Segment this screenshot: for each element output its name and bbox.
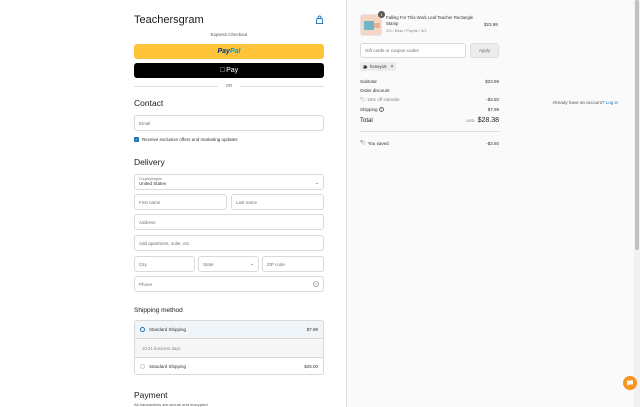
- discount-detail: 🏷︎ 15% off sitewide: [360, 97, 400, 103]
- payment-heading: Payment: [134, 390, 168, 400]
- subtotal-row: Subtotal $23.99: [360, 79, 499, 84]
- offers-checkbox-row[interactable]: ✓ Receive exclusive offers and marketing…: [134, 137, 237, 142]
- chevron-down-icon: ⌄: [314, 180, 319, 186]
- shipping-option-label: Standard Shipping: [149, 327, 187, 332]
- subtotal-value: $23.99: [485, 79, 499, 84]
- contact-heading: Contact: [134, 98, 164, 108]
- address-field[interactable]: Address: [134, 214, 324, 230]
- or-divider: OR: [134, 83, 324, 89]
- divider-line: [240, 86, 324, 87]
- tag-icon: 🏷︎: [360, 97, 366, 102]
- apple-icon: : [220, 67, 225, 74]
- login-link[interactable]: Log in: [606, 100, 618, 105]
- shipping-option-label: Standard Shipping: [149, 364, 187, 369]
- offers-label: Receive exclusive offers and marketing u…: [142, 137, 238, 142]
- payment-subtitle: All transactions are secure and encrypte…: [134, 402, 209, 407]
- total-value: $28.38: [477, 117, 499, 124]
- help-icon[interactable]: ?: [378, 107, 384, 112]
- order-discount-row: Order discount: [360, 88, 499, 93]
- chat-button[interactable]: [623, 376, 637, 390]
- coupon-input[interactable]: Gift cards or coupon codes: [360, 43, 466, 58]
- offers-checkbox[interactable]: ✓: [134, 137, 139, 142]
- product-image-part: [374, 23, 380, 28]
- discount-detail-row: 🏷︎ 15% off sitewide -$3.60: [360, 97, 499, 103]
- apartment-field[interactable]: Add apartment, suite, etc.: [134, 235, 324, 251]
- saved-row: 🏷︎ You saved -$3.60: [360, 140, 499, 146]
- apple-pay-button[interactable]: Pay: [134, 63, 324, 78]
- radio-unselected[interactable]: [140, 364, 145, 369]
- shipping-row: Shipping ? $7.99: [360, 107, 499, 112]
- scrollbar-thumb[interactable]: [635, 0, 639, 250]
- tag-icon: [363, 64, 368, 69]
- radio-selected[interactable]: [140, 327, 145, 332]
- saved-label: You saved: [367, 140, 389, 146]
- city-field[interactable]: City: [134, 256, 195, 272]
- paypal-label-2: Pal: [229, 48, 241, 55]
- shipping-label: Shipping: [360, 107, 378, 112]
- paypal-label: Pay: [217, 48, 230, 55]
- paypal-button[interactable]: Pay Pal: [134, 44, 324, 59]
- product-image-part: [364, 21, 374, 30]
- quantity-badge: 1: [378, 11, 385, 18]
- delivery-heading: Delivery: [134, 157, 165, 167]
- state-label: State: [203, 261, 214, 267]
- shipping-option-standard-2[interactable]: Standard Shipping $25.00: [135, 358, 323, 374]
- item-title: Falling For This Work Leaf Teacher Recta…: [386, 15, 474, 26]
- discount-detail-text: 15% off sitewide: [366, 97, 400, 102]
- login-prompt: Already have an account?: [552, 100, 605, 105]
- tag-icon: 🏷︎: [360, 140, 366, 145]
- apple-pay-label: Pay: [223, 67, 238, 74]
- chat-icon: [627, 380, 633, 386]
- last-name-field[interactable]: Last name: [231, 194, 324, 210]
- summary-divider: [360, 131, 499, 132]
- currency-code: USD: [466, 118, 475, 123]
- shipping-option-price: $25.00: [304, 364, 318, 369]
- shipping-value: $7.99: [487, 107, 499, 112]
- total-label: Total: [360, 118, 373, 124]
- shipping-option-price: $7.99: [306, 327, 318, 332]
- shipping-option-note: 10-21 business days: [135, 339, 323, 358]
- discount-tag: honey15 ×: [360, 62, 397, 71]
- country-select[interactable]: Country/region United States ⌄: [134, 174, 324, 190]
- subtotal-label: Subtotal: [360, 79, 377, 84]
- store-name[interactable]: Teachersgram: [134, 14, 204, 26]
- chevron-down-icon: ⌄: [249, 261, 254, 267]
- shipping-method-heading: Shipping method: [134, 307, 183, 314]
- close-icon[interactable]: ×: [391, 64, 394, 70]
- shopping-bag-icon[interactable]: [315, 15, 324, 24]
- scrollbar[interactable]: [634, 0, 640, 407]
- phone-field[interactable]: Phone ?: [134, 276, 324, 292]
- state-select[interactable]: State ⌄: [198, 256, 259, 272]
- saved-value: -$3.60: [486, 140, 499, 146]
- discount-value: -$3.60: [486, 97, 499, 102]
- shipping-option-standard[interactable]: Standard Shipping $7.99: [135, 321, 323, 339]
- login-hint: Already have an account? Log in: [552, 100, 618, 105]
- apply-button[interactable]: Apply: [470, 43, 499, 58]
- shipping-options: Standard Shipping $7.99 10-21 business d…: [134, 320, 324, 375]
- country-value: United States: [139, 181, 167, 186]
- shipping-label-group: Shipping ?: [360, 107, 384, 112]
- total-row: Total USD $28.38: [360, 117, 499, 124]
- express-checkout-title: Express Checkout: [210, 32, 248, 37]
- order-discount-label: Order discount: [360, 88, 390, 93]
- discount-code: honey15: [370, 64, 387, 69]
- zip-field[interactable]: ZIP code: [262, 256, 324, 272]
- email-field[interactable]: Email: [134, 115, 324, 131]
- first-name-field[interactable]: First name: [134, 194, 227, 210]
- item-price: $23.99: [484, 22, 498, 27]
- item-variant: 3/4 / Blue / Purple / 3/2: [386, 28, 427, 33]
- phone-label: Phone: [139, 281, 153, 287]
- help-icon[interactable]: ?: [313, 281, 319, 287]
